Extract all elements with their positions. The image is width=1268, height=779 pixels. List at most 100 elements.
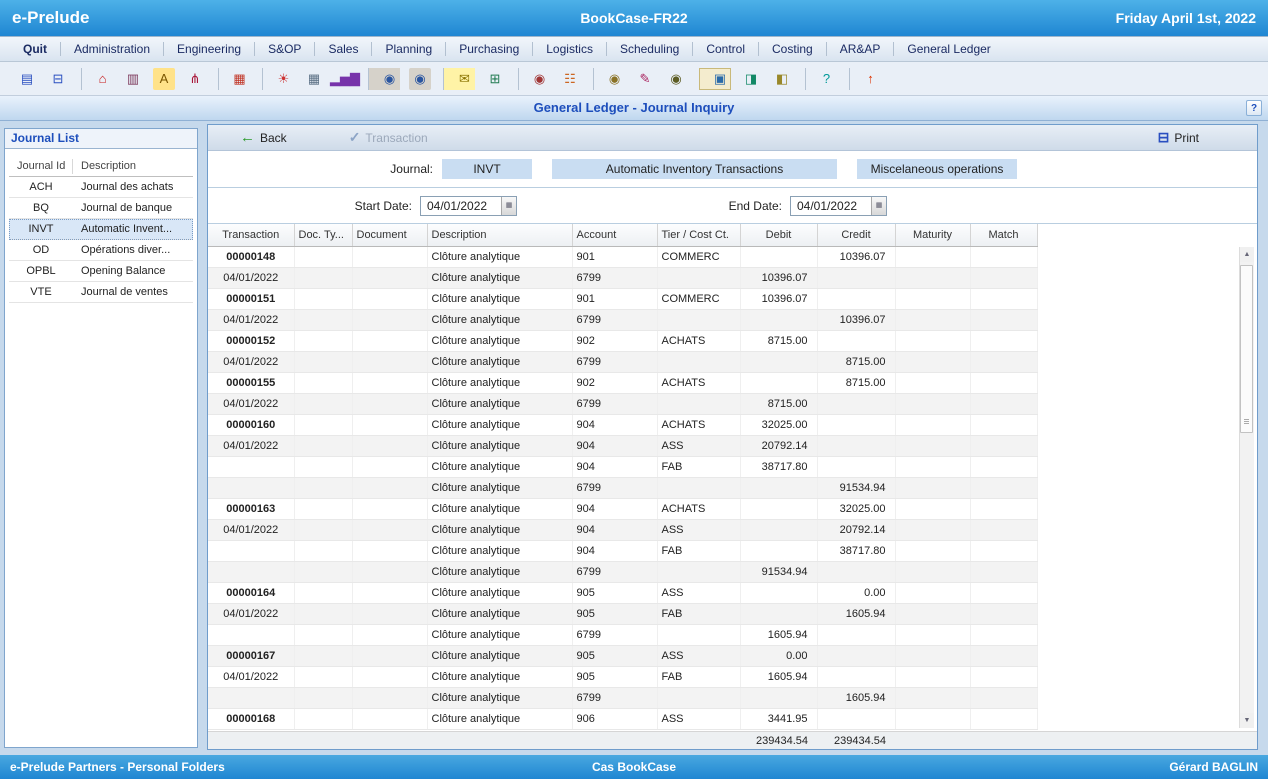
table-row[interactable]: 00000152 Clôture analytique 902 ACHATS 8…: [208, 330, 1037, 351]
maturity-cell: [895, 456, 970, 477]
table-row[interactable]: Clôture analytique 6799 1605.94: [208, 687, 1037, 708]
scrollbar-thumb[interactable]: [1240, 265, 1253, 433]
transaction-cell[interactable]: 04/01/2022: [208, 393, 294, 414]
table-row[interactable]: 00000148 Clôture analytique 901 COMMERC …: [208, 246, 1037, 267]
table-row[interactable]: 00000151 Clôture analytique 901 COMMERC …: [208, 288, 1037, 309]
table-row[interactable]: 04/01/2022 Clôture analytique 905 FAB 16…: [208, 603, 1037, 624]
table-row[interactable]: 00000167 Clôture analytique 905 ASS 0.00: [208, 645, 1037, 666]
menu-item[interactable]: Planning: [371, 42, 445, 56]
menu-item[interactable]: Administration: [60, 42, 163, 56]
doc-type-cell: [294, 456, 352, 477]
transaction-cell[interactable]: [208, 687, 294, 708]
back-button[interactable]: ← Back: [240, 129, 287, 146]
transaction-cell[interactable]: [208, 477, 294, 498]
description-cell: Clôture analytique: [427, 687, 572, 708]
start-date-input[interactable]: 04/01/2022 ▦: [420, 196, 517, 216]
transaction-cell[interactable]: 04/01/2022: [208, 309, 294, 330]
table-row[interactable]: 00000163 Clôture analytique 904 ACHATS 3…: [208, 498, 1037, 519]
table-row[interactable]: 04/01/2022 Clôture analytique 905 FAB 16…: [208, 666, 1037, 687]
app-header: e-Prelude BookCase-FR22 Friday April 1st…: [0, 0, 1268, 36]
table-row[interactable]: 00000160 Clôture analytique 904 ACHATS 3…: [208, 414, 1037, 435]
scroll-up-icon[interactable]: ▲: [1240, 247, 1254, 262]
transaction-cell[interactable]: 04/01/2022: [208, 351, 294, 372]
menu-item[interactable]: Costing: [758, 42, 826, 56]
transaction-cell[interactable]: 04/01/2022: [208, 435, 294, 456]
transaction-cell[interactable]: 00000168: [208, 708, 294, 729]
table-row[interactable]: Clôture analytique 6799 1605.94: [208, 624, 1037, 645]
end-date-calendar-icon[interactable]: ▦: [871, 197, 886, 215]
column-header[interactable]: Description: [427, 224, 572, 246]
match-cell: [970, 414, 1037, 435]
transaction-cell[interactable]: 00000167: [208, 645, 294, 666]
menu-item[interactable]: Quit: [10, 42, 60, 56]
table-row[interactable]: 00000155 Clôture analytique 902 ACHATS 8…: [208, 372, 1037, 393]
column-header[interactable]: Transaction: [208, 224, 294, 246]
transaction-cell[interactable]: 00000160: [208, 414, 294, 435]
menu-item[interactable]: Scheduling: [606, 42, 692, 56]
column-header[interactable]: Doc. Ty...: [294, 224, 352, 246]
menu-item[interactable]: Engineering: [163, 42, 254, 56]
transaction-cell[interactable]: 00000152: [208, 330, 294, 351]
end-date-label: End Date:: [717, 199, 782, 213]
transaction-cell[interactable]: 00000155: [208, 372, 294, 393]
journal-list-item[interactable]: INVT Automatic Invent...: [9, 219, 193, 240]
menu-item[interactable]: Control: [692, 42, 758, 56]
end-date-input[interactable]: 04/01/2022 ▦: [790, 196, 887, 216]
transaction-cell[interactable]: [208, 624, 294, 645]
table-row[interactable]: 04/01/2022 Clôture analytique 904 ASS 20…: [208, 519, 1037, 540]
transaction-cell[interactable]: 04/01/2022: [208, 603, 294, 624]
transaction-cell[interactable]: 00000164: [208, 582, 294, 603]
column-header[interactable]: Account: [572, 224, 657, 246]
print-button[interactable]: ⊟ Print: [1158, 129, 1199, 146]
tier-cell: FAB: [657, 603, 740, 624]
menu-item[interactable]: S&OP: [254, 42, 314, 56]
transaction-cell[interactable]: 04/01/2022: [208, 267, 294, 288]
menu-item[interactable]: Sales: [314, 42, 371, 56]
column-header[interactable]: Maturity: [895, 224, 970, 246]
table-row[interactable]: Clôture analytique 6799 91534.94: [208, 477, 1037, 498]
transaction-cell[interactable]: [208, 540, 294, 561]
credit-cell: [817, 624, 895, 645]
table-row[interactable]: Clôture analytique 904 FAB 38717.80: [208, 540, 1037, 561]
transaction-cell[interactable]: 00000163: [208, 498, 294, 519]
table-row[interactable]: Clôture analytique 904 FAB 38717.80: [208, 456, 1037, 477]
table-row[interactable]: 04/01/2022 Clôture analytique 904 ASS 20…: [208, 435, 1037, 456]
match-cell: [970, 498, 1037, 519]
match-cell: [970, 561, 1037, 582]
start-date-calendar-icon[interactable]: ▦: [501, 197, 516, 215]
help-button[interactable]: ?: [1246, 100, 1262, 116]
menu-item[interactable]: AR&AP: [826, 42, 894, 56]
menu-item[interactable]: Logistics: [532, 42, 606, 56]
column-header[interactable]: Match: [970, 224, 1037, 246]
column-header[interactable]: Document: [352, 224, 427, 246]
table-row[interactable]: 04/01/2022 Clôture analytique 6799 10396…: [208, 267, 1037, 288]
column-header[interactable]: Credit: [817, 224, 895, 246]
transaction-cell[interactable]: [208, 561, 294, 582]
journal-id-field: INVT: [442, 159, 532, 179]
table-row[interactable]: 00000168 Clôture analytique 906 ASS 3441…: [208, 708, 1037, 729]
start-date-label: Start Date:: [340, 199, 412, 213]
account-cell: 905: [572, 582, 657, 603]
journal-list-item[interactable]: OD Opérations diver...: [9, 240, 193, 261]
table-row[interactable]: 00000164 Clôture analytique 905 ASS 0.00: [208, 582, 1037, 603]
table-row[interactable]: 04/01/2022 Clôture analytique 6799 10396…: [208, 309, 1037, 330]
menu-item[interactable]: Purchasing: [445, 42, 532, 56]
table-row[interactable]: 04/01/2022 Clôture analytique 6799 8715.…: [208, 393, 1037, 414]
vertical-scrollbar[interactable]: ▲ ▼: [1239, 247, 1254, 728]
journal-list-item[interactable]: ACH Journal des achats: [9, 177, 193, 198]
account-cell: 6799: [572, 687, 657, 708]
column-header[interactable]: Debit: [740, 224, 817, 246]
scroll-down-icon[interactable]: ▼: [1240, 713, 1254, 728]
transaction-cell[interactable]: 00000148: [208, 246, 294, 267]
transaction-cell[interactable]: 04/01/2022: [208, 519, 294, 540]
menu-item[interactable]: General Ledger: [893, 42, 1003, 56]
transaction-cell[interactable]: 04/01/2022: [208, 666, 294, 687]
column-header[interactable]: Tier / Cost Ct.: [657, 224, 740, 246]
table-row[interactable]: 04/01/2022 Clôture analytique 6799 8715.…: [208, 351, 1037, 372]
journal-list-item[interactable]: VTE Journal de ventes: [9, 282, 193, 303]
transaction-cell[interactable]: 00000151: [208, 288, 294, 309]
journal-list-item[interactable]: OPBL Opening Balance: [9, 261, 193, 282]
journal-list-item[interactable]: BQ Journal de banque: [9, 198, 193, 219]
table-row[interactable]: Clôture analytique 6799 91534.94: [208, 561, 1037, 582]
transaction-cell[interactable]: [208, 456, 294, 477]
